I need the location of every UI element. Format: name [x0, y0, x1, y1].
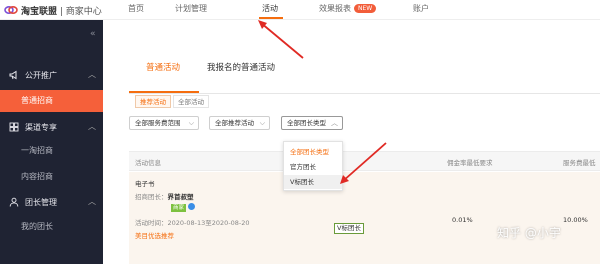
tab-normal-activities[interactable]: 普通活动 — [146, 61, 180, 73]
sidebar-group-leader-management[interactable]: 团长管理 ︿ — [0, 192, 103, 212]
pill-recommended-activities[interactable]: 推荐活动 — [135, 95, 171, 108]
row-promo-label: 美目优选推荐 — [135, 232, 174, 240]
select-value: 全部服务费范围 — [135, 119, 181, 127]
double-chevron-left-icon[interactable]: « — [90, 29, 96, 39]
row-leader: 招商团长：界首叔塑 — [135, 191, 194, 201]
tabs-divider — [129, 93, 600, 94]
nav-account[interactable]: 账户 — [413, 3, 429, 14]
chevron-down-icon: ⌵ — [188, 119, 194, 127]
sidebar-group-label: 团长管理 — [25, 197, 57, 207]
logo-text: 淘宝联盟 | 商家中心 — [21, 6, 102, 17]
taobao-union-logo-icon — [4, 5, 18, 15]
chevron-up-icon: ︿ — [88, 70, 96, 79]
sidebar-item-normal-recruitment[interactable]: 普通招商 — [0, 90, 103, 112]
dropdown-option-official-leader[interactable]: 官方团长 — [284, 160, 342, 174]
row-service-fee: 10.00% — [563, 216, 588, 224]
row-leader-prefix: 招商团长： — [135, 193, 168, 201]
pill-all-activities[interactable]: 全部活动 — [173, 95, 209, 108]
watermark: 知乎 @小宇 — [497, 226, 561, 240]
sidebar-group-label: 渠道专享 — [25, 122, 57, 132]
chevron-up-icon: ︿ — [88, 122, 96, 131]
new-badge: NEW — [354, 4, 377, 13]
dropdown-option-v-leader[interactable]: V标团长 — [284, 175, 342, 189]
sidebar-group-public-promotion[interactable]: 公开推广 ︿ — [0, 65, 103, 85]
row-activity-time: 活动时间：2020-08-13至2020-08-20 — [135, 219, 250, 227]
sidebar-group-label: 公开推广 — [25, 70, 57, 80]
select-value: 全部推荐活动 — [215, 119, 254, 127]
megaphone-icon — [9, 70, 17, 80]
chevron-down-icon: ⌵ — [259, 119, 265, 127]
merchant-tag: 商家 — [171, 204, 187, 212]
table-row[interactable]: 电子书 招商团长：界首叔塑 商家 活动时间：2020-08-13至2020-08… — [129, 172, 600, 264]
row-category: 电子书 — [135, 180, 155, 188]
nav-effect-report[interactable]: 效果报表 NEW — [319, 3, 377, 14]
dropdown-option-all-leader-types[interactable]: 全部团长类型 — [284, 145, 342, 159]
row-leader-name[interactable]: 界首叔塑 — [168, 193, 194, 201]
service-fee-range-select[interactable]: 全部服务费范围 ⌵ — [129, 116, 199, 130]
verified-badge-icon — [188, 203, 196, 210]
logo[interactable]: 淘宝联盟 | 商家中心 — [4, 3, 102, 17]
nav-plan-management[interactable]: 计划管理 — [175, 3, 207, 14]
recommend-activity-select[interactable]: 全部推荐活动 ⌵ — [209, 116, 270, 130]
column-header-activity-info: 活动信息 — [135, 159, 161, 167]
row-commission: 0.01% — [452, 216, 473, 224]
user-icon — [9, 197, 19, 207]
sidebar: « 公开推广 ︿ 普通招商 渠道专享 ︿ 一淘招商 内容招商 团长管理 ︿ 我的… — [0, 20, 103, 264]
nav-home[interactable]: 首页 — [128, 3, 144, 14]
select-value: 全部团长类型 — [287, 119, 326, 127]
nav-activities[interactable]: 活动 — [262, 3, 278, 14]
chevron-up-icon: ︿ — [331, 119, 338, 127]
column-header-min-commission: 佣金率最低要求 — [447, 159, 493, 167]
sidebar-item-yitao-recruitment[interactable]: 一淘招商 — [0, 140, 103, 162]
sidebar-group-channel-exclusive[interactable]: 渠道专享 ︿ — [0, 117, 103, 137]
sidebar-item-content-recruitment[interactable]: 内容招商 — [0, 166, 103, 188]
nav-effect-report-label: 效果报表 — [319, 4, 351, 13]
sidebar-item-my-leaders[interactable]: 我的团长 — [0, 216, 103, 238]
top-navigation-bar: 淘宝联盟 | 商家中心 首页 计划管理 活动 效果报表 NEW 账户 — [0, 0, 600, 20]
tab-my-registered-activities[interactable]: 我报名的普通活动 — [207, 61, 275, 73]
v-leader-tag: V标团长 — [334, 223, 364, 234]
row-tags: 商家 — [171, 203, 196, 212]
tab-active-underline — [129, 91, 199, 93]
leader-type-select[interactable]: 全部团长类型 ︿ — [281, 116, 343, 130]
nav-active-underline — [259, 17, 283, 19]
column-header-min-service-fee: 服务费最低 — [563, 159, 596, 167]
leader-type-dropdown: 全部团长类型 官方团长 V标团长 — [283, 141, 343, 191]
chevron-up-icon: ︿ — [88, 197, 96, 206]
table-header: 活动信息 佣金率最低要求 服务费最低 — [129, 151, 600, 171]
grid-icon — [9, 122, 19, 132]
